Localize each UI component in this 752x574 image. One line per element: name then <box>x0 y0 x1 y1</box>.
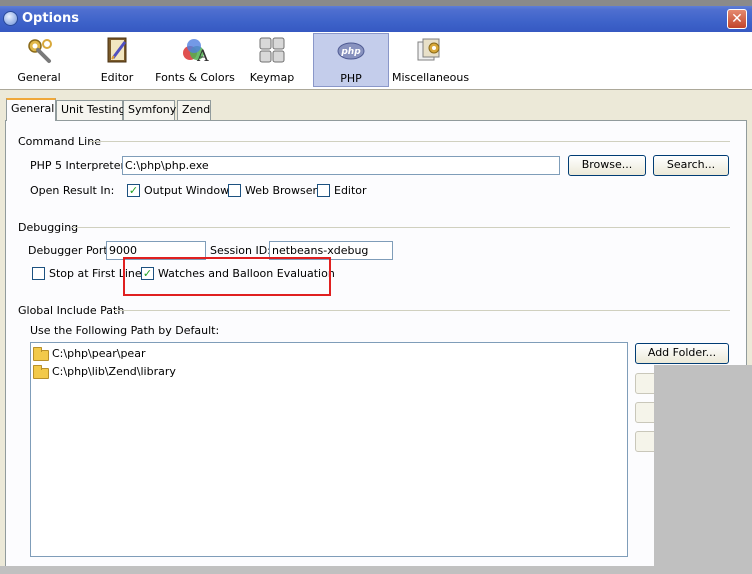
category-keymap[interactable]: Keymap <box>242 33 302 87</box>
category-miscellaneous[interactable]: Miscellaneous <box>392 33 470 87</box>
interpreter-field[interactable]: C:\php\php.exe <box>122 156 560 175</box>
open-result-label: Open Result In: <box>30 184 115 197</box>
output-window-checkbox[interactable]: ✓ <box>127 184 140 197</box>
title-bar <box>0 0 752 32</box>
svg-text:A: A <box>196 46 209 64</box>
list-item[interactable]: C:\php\pear\pear <box>31 346 331 362</box>
category-label: General <box>17 71 61 84</box>
interpreter-label: PHP 5 Interpreter: <box>30 159 129 172</box>
web-browser-checkbox[interactable] <box>228 184 241 197</box>
debugging-title: Debugging <box>18 221 79 234</box>
tab-general[interactable]: General <box>6 98 56 121</box>
highlight-annotation <box>123 257 331 296</box>
php-logo-text: php <box>340 47 361 57</box>
checkmark-icon: ✓ <box>128 184 139 197</box>
category-editor[interactable]: Editor <box>86 33 148 87</box>
app-icon <box>3 11 18 26</box>
category-label: Keymap <box>249 71 295 84</box>
gear-wrench-icon <box>28 39 52 63</box>
editor-book-icon <box>107 37 127 63</box>
category-php[interactable]: php PHP <box>313 33 389 87</box>
category-toolbar: General Editor A Fonts & Colors Keymap p… <box>0 32 752 90</box>
top-strip <box>0 0 752 6</box>
window-title: Options <box>22 11 79 26</box>
category-label: Editor <box>100 71 134 84</box>
section-divider <box>114 310 730 311</box>
stop-first-line-checkbox[interactable] <box>32 267 45 280</box>
command-line-title: Command Line <box>18 135 101 148</box>
close-button[interactable]: ✕ <box>727 9 747 29</box>
use-path-label: Use the Following Path by Default: <box>30 324 220 337</box>
fonts-colors-icon: A <box>183 39 209 64</box>
tab-zend[interactable]: Zend <box>177 100 211 120</box>
browse-button[interactable]: Browse... <box>568 155 646 176</box>
category-label: PHP <box>340 72 362 85</box>
close-icon: ✕ <box>731 11 743 27</box>
output-window-label: Output Window <box>144 184 230 197</box>
category-label: Fonts & Colors <box>155 71 235 84</box>
overlay-gray-block <box>654 365 752 574</box>
tab-unit-testing[interactable]: Unit Testing <box>56 100 126 120</box>
category-fonts-colors[interactable]: A Fonts & Colors <box>154 33 236 87</box>
search-button[interactable]: Search... <box>653 155 729 176</box>
list-item[interactable]: C:\php\lib\Zend\library <box>31 364 331 380</box>
section-divider <box>90 141 730 142</box>
bottom-gray-strip <box>0 566 654 574</box>
add-folder-button[interactable]: Add Folder... <box>635 343 729 364</box>
php-logo-icon: php <box>337 42 365 60</box>
folder-icon <box>33 347 49 361</box>
miscellaneous-icon <box>417 38 440 61</box>
section-divider <box>72 227 730 228</box>
web-browser-label: Web Browser <box>245 184 318 197</box>
editor-label: Editor <box>334 184 367 197</box>
editor-checkbox[interactable] <box>317 184 330 197</box>
include-path-title: Global Include Path <box>18 304 125 317</box>
path-text: C:\php\lib\Zend\library <box>52 365 176 378</box>
debugger-port-label: Debugger Port: <box>28 244 112 257</box>
folder-icon <box>33 365 49 379</box>
keyboard-icon <box>259 37 285 63</box>
tab-symfony[interactable]: Symfony <box>123 100 176 120</box>
category-general[interactable]: General <box>4 33 74 87</box>
session-id-label: Session ID: <box>210 244 271 257</box>
category-label: Miscellaneous <box>392 71 470 84</box>
path-text: C:\php\pear\pear <box>52 347 146 360</box>
